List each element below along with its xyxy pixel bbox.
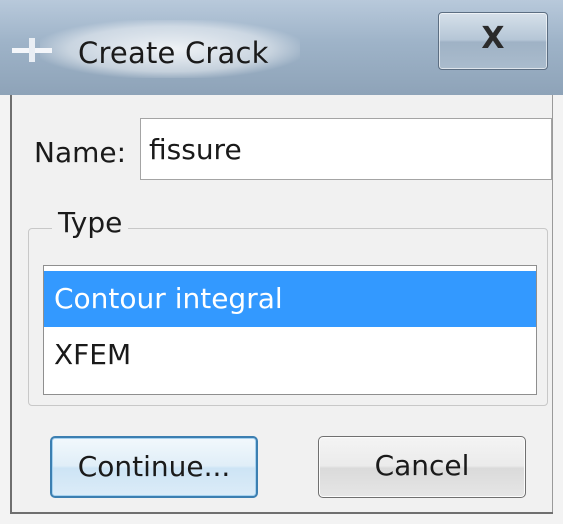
create-crack-dialog: Create Crack X Name: Type Contour integr… xyxy=(0,0,563,524)
type-group-legend: Type xyxy=(52,206,129,239)
window-title: Create Crack xyxy=(78,36,269,70)
name-input[interactable] xyxy=(140,118,552,180)
list-item-xfem[interactable]: XFEM xyxy=(44,327,536,383)
cancel-button[interactable]: Cancel xyxy=(318,436,526,498)
app-icon xyxy=(12,38,52,62)
list-item-contour-integral[interactable]: Contour integral xyxy=(44,271,536,327)
title-bar[interactable]: Create Crack X xyxy=(0,0,563,95)
close-icon: X xyxy=(481,21,505,56)
dialog-bottom-edge xyxy=(10,512,553,514)
name-label: Name: xyxy=(34,136,127,169)
type-list[interactable]: Contour integral XFEM xyxy=(43,265,537,395)
continue-button[interactable]: Continue... xyxy=(50,436,258,498)
close-button[interactable]: X xyxy=(438,12,548,70)
